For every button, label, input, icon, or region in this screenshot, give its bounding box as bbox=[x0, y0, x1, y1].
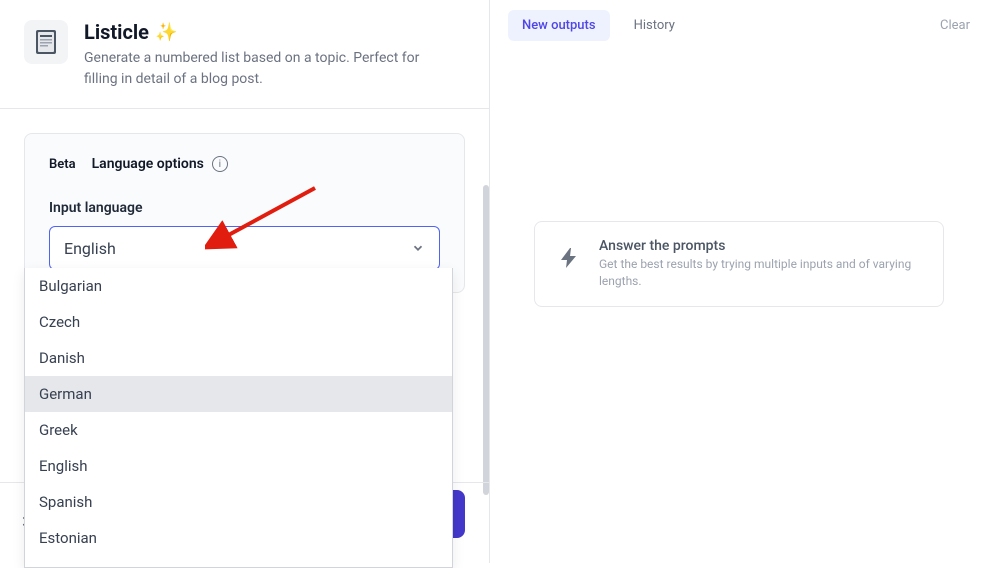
beta-label: Beta bbox=[49, 157, 76, 172]
language-option[interactable]: Bulgarian bbox=[25, 268, 452, 304]
language-options-label: Language options bbox=[92, 156, 204, 172]
language-option[interactable]: English bbox=[25, 448, 452, 484]
template-icon-box bbox=[24, 20, 68, 64]
prompt-card-desc: Get the best results by trying multiple … bbox=[599, 256, 925, 290]
document-icon bbox=[34, 29, 58, 55]
tab-new-outputs[interactable]: New outputs bbox=[508, 10, 610, 41]
scrollbar[interactable] bbox=[481, 0, 489, 563]
language-option[interactable]: Estonian bbox=[25, 520, 452, 556]
language-option[interactable]: Finnish bbox=[25, 556, 452, 568]
clear-button[interactable]: Clear bbox=[940, 18, 970, 33]
chevron-down-icon bbox=[411, 241, 425, 255]
language-option[interactable]: German bbox=[25, 376, 452, 412]
input-language-label: Input language bbox=[49, 200, 440, 216]
language-dropdown-list[interactable]: BulgarianCzechDanishGermanGreekEnglishSp… bbox=[24, 268, 453, 568]
info-icon[interactable]: i bbox=[212, 156, 228, 172]
language-option[interactable]: Danish bbox=[25, 340, 452, 376]
selected-language-value: English bbox=[64, 239, 116, 258]
prompt-hint-card: Answer the prompts Get the best results … bbox=[534, 221, 944, 307]
language-option[interactable]: Spanish bbox=[25, 484, 452, 520]
tab-history[interactable]: History bbox=[620, 10, 689, 41]
page-subtitle: Generate a numbered list based on a topi… bbox=[84, 48, 424, 90]
page-title: Listicle bbox=[84, 20, 149, 44]
language-option[interactable]: Czech bbox=[25, 304, 452, 340]
sparkle-icon: ✨ bbox=[155, 22, 177, 43]
input-language-select[interactable]: English bbox=[49, 226, 440, 270]
prompt-card-title: Answer the prompts bbox=[599, 238, 925, 254]
bolt-icon bbox=[553, 242, 585, 274]
language-option[interactable]: Greek bbox=[25, 412, 452, 448]
